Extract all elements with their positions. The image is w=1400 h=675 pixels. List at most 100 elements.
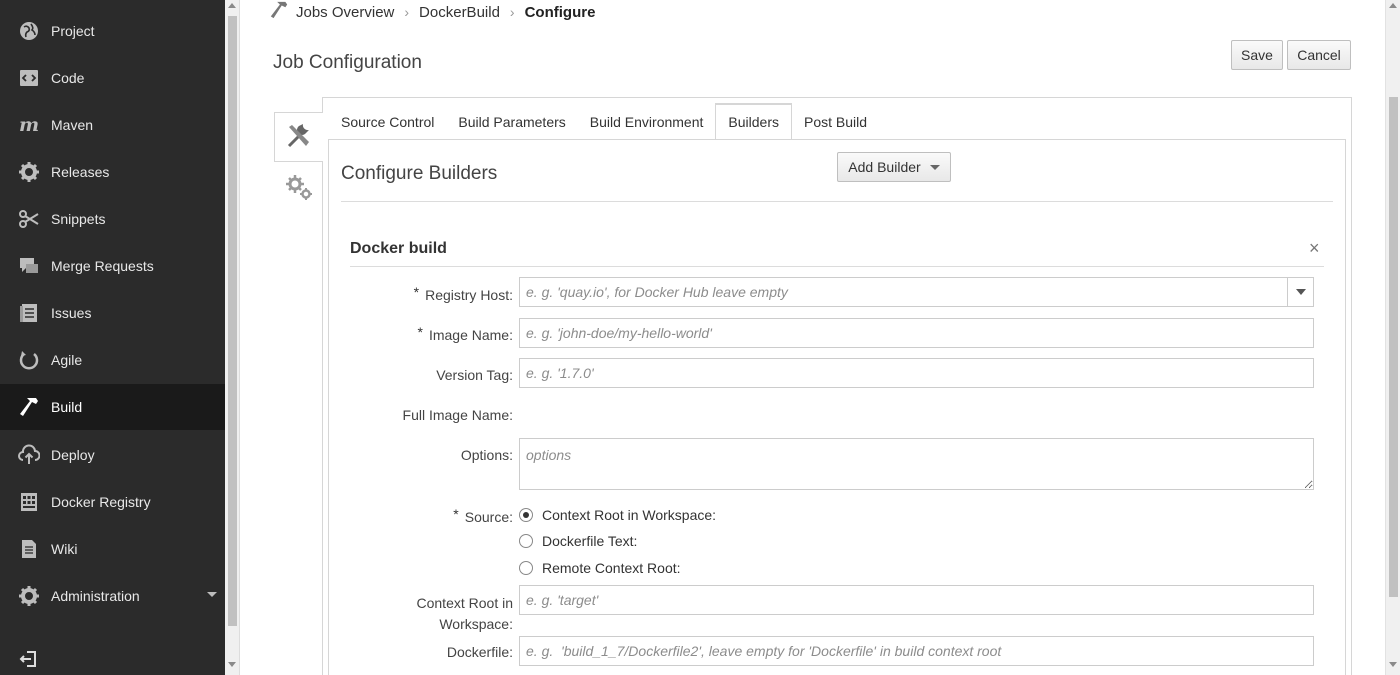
options-textarea[interactable] xyxy=(519,438,1314,490)
source-label: * Source: xyxy=(453,506,513,525)
document-icon xyxy=(18,538,40,560)
dockerfile-input[interactable] xyxy=(519,636,1314,666)
sidebar-item-label: Agile xyxy=(51,352,83,368)
sidebar-scrollbar[interactable] xyxy=(225,0,240,675)
context-root-label: Context Root in Workspace: xyxy=(417,593,514,635)
source-radio-remote-context-root[interactable]: Remote Context Root: xyxy=(519,558,681,578)
tools-icon xyxy=(285,122,313,153)
chevron-right-icon: › xyxy=(404,4,410,20)
gear-icon xyxy=(18,585,40,607)
sidebar-item-administration[interactable]: Administration xyxy=(0,573,225,619)
sidebar-item-label: Maven xyxy=(51,117,94,133)
save-button[interactable]: Save xyxy=(1231,40,1283,70)
code-icon xyxy=(18,67,40,89)
scroll-up-icon[interactable] xyxy=(228,3,236,8)
breadcrumb-dockerbuild[interactable]: DockerBuild xyxy=(419,4,500,21)
radio-button-checked[interactable] xyxy=(519,508,533,522)
scroll-up-icon[interactable] xyxy=(1389,3,1397,8)
sidebar-item-maven[interactable]: m Maven xyxy=(0,102,225,148)
logout-icon[interactable] xyxy=(19,650,39,671)
context-root-label-line1: Context Root in xyxy=(416,595,514,611)
sidebar-item-label: Merge Requests xyxy=(51,258,154,274)
radio-button[interactable] xyxy=(519,561,533,575)
sidebar-item-merge-requests[interactable]: Merge Requests xyxy=(0,243,225,289)
context-root-label-line2: Workspace: xyxy=(439,616,513,632)
version-tag-label: Version Tag: xyxy=(436,367,513,383)
sidebar-item-label: Issues xyxy=(51,305,92,321)
breadcrumb-jobs-overview[interactable]: Jobs Overview xyxy=(296,4,394,21)
options-label: Options: xyxy=(460,447,513,463)
tab-build-environment[interactable]: Build Environment xyxy=(578,103,716,140)
sidebar-item-snippets[interactable]: Snippets xyxy=(0,196,225,242)
sidebar-item-build[interactable]: Build xyxy=(0,384,225,430)
registry-host-label: * Registry Host: xyxy=(414,284,513,303)
sidebar-item-label: Snippets xyxy=(51,211,106,227)
required-mark: * xyxy=(453,506,459,522)
chevron-down-icon xyxy=(929,164,940,170)
agile-icon xyxy=(18,349,40,371)
image-name-input[interactable] xyxy=(519,318,1314,348)
builder-block-title: Docker build xyxy=(350,240,447,257)
cancel-button[interactable]: Cancel xyxy=(1287,40,1351,70)
tab-post-build[interactable]: Post Build xyxy=(792,103,879,140)
cloud-upload-icon xyxy=(18,444,40,466)
tab-builders[interactable]: Builders xyxy=(715,103,792,140)
docker-registry-icon xyxy=(18,491,40,513)
add-builder-label: Add Builder xyxy=(848,159,921,175)
sidebar-item-label: Project xyxy=(51,23,95,39)
side-tab-settings[interactable] xyxy=(274,163,323,213)
section-title: Configure Builders xyxy=(341,163,498,184)
chevron-down-icon[interactable] xyxy=(207,592,217,597)
sidebar-item-issues[interactable]: Issues xyxy=(0,290,225,336)
required-mark: * xyxy=(417,324,423,340)
source-radio-dockerfile-text[interactable]: Dockerfile Text: xyxy=(519,531,637,551)
sidebar-item-label: Build xyxy=(51,399,83,415)
dockerfile-label: Dockerfile: xyxy=(446,644,513,660)
radio-label: Context Root in Workspace: xyxy=(542,507,717,523)
chevron-right-icon: › xyxy=(509,4,515,20)
full-image-name-label: Full Image Name: xyxy=(402,407,513,423)
registry-host-dropdown-button[interactable] xyxy=(1287,278,1314,306)
scroll-down-icon[interactable] xyxy=(1389,662,1397,667)
merge-requests-icon xyxy=(18,255,40,277)
radio-label: Dockerfile Text: xyxy=(542,533,638,549)
scissors-icon xyxy=(18,208,40,230)
tab-source-control[interactable]: Source Control xyxy=(329,103,446,140)
version-tag-input[interactable] xyxy=(519,358,1314,388)
sidebar-item-releases[interactable]: Releases xyxy=(0,149,225,195)
maven-icon: m xyxy=(18,114,40,136)
scrollbar-thumb[interactable] xyxy=(1389,97,1398,597)
registry-host-label-text: Registry Host: xyxy=(425,287,513,303)
page-title: Job Configuration xyxy=(273,52,422,73)
close-icon[interactable]: × xyxy=(1309,238,1320,259)
sidebar-item-label: Deploy xyxy=(51,447,95,463)
page-scrollbar[interactable] xyxy=(1385,0,1400,675)
chevron-down-icon xyxy=(1296,289,1306,295)
radio-button[interactable] xyxy=(519,534,533,548)
context-root-input[interactable] xyxy=(519,585,1314,615)
sidebar-item-label: Code xyxy=(51,70,85,86)
side-tab-build-config[interactable] xyxy=(274,112,323,162)
divider xyxy=(341,201,1333,202)
sidebar-item-deploy[interactable]: Deploy xyxy=(0,432,225,478)
sidebar-item-docker-registry[interactable]: Docker Registry xyxy=(0,479,225,525)
tab-build-parameters[interactable]: Build Parameters xyxy=(446,103,577,140)
source-radio-context-root[interactable]: Context Root in Workspace: xyxy=(519,505,716,525)
gear-icon xyxy=(18,161,40,183)
divider xyxy=(350,266,1324,267)
breadcrumb-configure: Configure xyxy=(524,3,596,21)
registry-host-input[interactable] xyxy=(519,277,1314,307)
sidebar-item-label: Docker Registry xyxy=(51,494,151,510)
source-label-text: Source: xyxy=(464,509,513,525)
image-name-label: * Image Name: xyxy=(418,324,514,343)
scroll-down-icon[interactable] xyxy=(228,662,236,667)
sidebar-item-label: Releases xyxy=(51,164,110,180)
sidebar-item-agile[interactable]: Agile xyxy=(0,337,225,383)
sidebar-item-wiki[interactable]: Wiki xyxy=(0,526,225,572)
add-builder-button[interactable]: Add Builder xyxy=(837,152,951,182)
sidebar-item-code[interactable]: Code xyxy=(0,55,225,101)
config-tabs: Source Control Build Parameters Build En… xyxy=(329,103,879,140)
scrollbar-thumb[interactable] xyxy=(228,16,237,626)
svg-text:m: m xyxy=(19,114,39,136)
sidebar-item-project[interactable]: Project xyxy=(0,8,225,54)
